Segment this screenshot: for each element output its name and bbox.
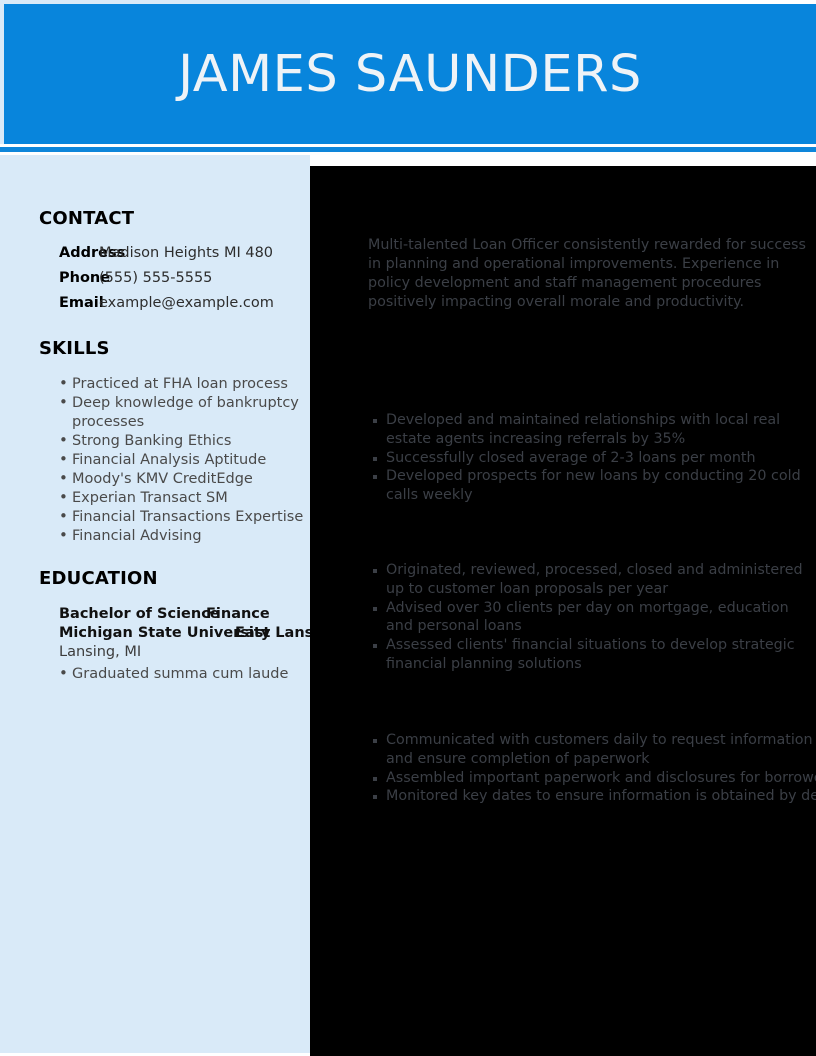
list-item: Financial Advising bbox=[39, 526, 310, 546]
list-item: Strong Banking Ethics bbox=[39, 431, 310, 451]
skills-list: Practiced at FHA loan process Deep knowl… bbox=[39, 374, 310, 546]
experience-group-1: Developed and maintained relationships w… bbox=[368, 411, 816, 505]
contact-heading: CONTACT bbox=[39, 208, 135, 229]
education-section: EDUCATION Bachelor of Science Finance Mi… bbox=[39, 568, 310, 684]
education-location-line: Lansing, MI bbox=[39, 644, 310, 663]
name-header-band: JAMES SAUNDERS bbox=[4, 4, 816, 144]
header-divider-white-bottom bbox=[0, 152, 816, 155]
resume-page: JAMES SAUNDERS CONTACT Address Madison H… bbox=[0, 0, 816, 1056]
contact-row-address: Address Madison Heights MI 480 bbox=[39, 245, 310, 270]
contact-section: CONTACT Address Madison Heights MI 480 P… bbox=[39, 208, 310, 320]
contact-label-email: Email bbox=[59, 295, 104, 311]
list-item: Financial Transactions Expertise bbox=[39, 507, 310, 527]
list-item: Monitored key dates to ensure informatio… bbox=[368, 787, 816, 806]
list-item: Originated, reviewed, processed, closed … bbox=[368, 561, 816, 599]
list-item: Deep knowledge of bankruptcy processes bbox=[39, 393, 310, 432]
education-honors-list: Graduated summa cum laude bbox=[39, 664, 310, 684]
education-heading: EDUCATION bbox=[39, 568, 158, 589]
contact-value-address: Madison Heights MI 480 bbox=[99, 245, 274, 261]
contact-value-phone: (555) 555-5555 bbox=[99, 270, 213, 286]
list-item: Advised over 30 clients per day on mortg… bbox=[368, 599, 816, 637]
list-item: Assessed clients' financial situations t… bbox=[368, 636, 816, 674]
page-title: JAMES SAUNDERS bbox=[178, 44, 642, 104]
list-item: Assembled important paperwork and disclo… bbox=[368, 769, 816, 788]
education-school-line: Michigan State University East Lansing bbox=[39, 625, 310, 644]
skills-section: SKILLS Practiced at FHA loan process Dee… bbox=[39, 338, 310, 546]
list-item: Developed and maintained relationships w… bbox=[368, 411, 816, 449]
list-item: Developed prospects for new loans by con… bbox=[368, 467, 816, 505]
experience-group-3: Communicated with customers daily to req… bbox=[368, 731, 816, 806]
sidebar: CONTACT Address Madison Heights MI 480 P… bbox=[0, 166, 310, 1053]
contact-row-email: Email example@example.com bbox=[39, 295, 310, 320]
list-item: Moody's KMV CreditEdge bbox=[39, 469, 310, 489]
education-degree: Bachelor of Science bbox=[59, 606, 220, 622]
education-major: Finance bbox=[206, 606, 270, 622]
main-content-panel: Multi-talented Loan Officer consistently… bbox=[310, 166, 816, 1056]
education-city: East Lansing bbox=[235, 625, 310, 641]
education-location: Lansing, MI bbox=[59, 644, 142, 660]
professional-summary: Multi-talented Loan Officer consistently… bbox=[368, 237, 811, 310]
contact-value-email: example@example.com bbox=[99, 295, 274, 311]
contact-row-phone: Phone (555) 555-5555 bbox=[39, 270, 310, 295]
list-item: Experian Transact SM bbox=[39, 488, 310, 508]
experience-group-2: Originated, reviewed, processed, closed … bbox=[368, 561, 816, 674]
list-item: Communicated with customers daily to req… bbox=[368, 731, 816, 769]
list-item: Practiced at FHA loan process bbox=[39, 374, 310, 394]
skills-heading: SKILLS bbox=[39, 338, 110, 359]
list-item: Graduated summa cum laude bbox=[39, 664, 310, 684]
education-degree-line: Bachelor of Science Finance bbox=[39, 606, 310, 625]
list-item: Successfully closed average of 2-3 loans… bbox=[368, 449, 816, 468]
list-item: Financial Analysis Aptitude bbox=[39, 450, 310, 470]
